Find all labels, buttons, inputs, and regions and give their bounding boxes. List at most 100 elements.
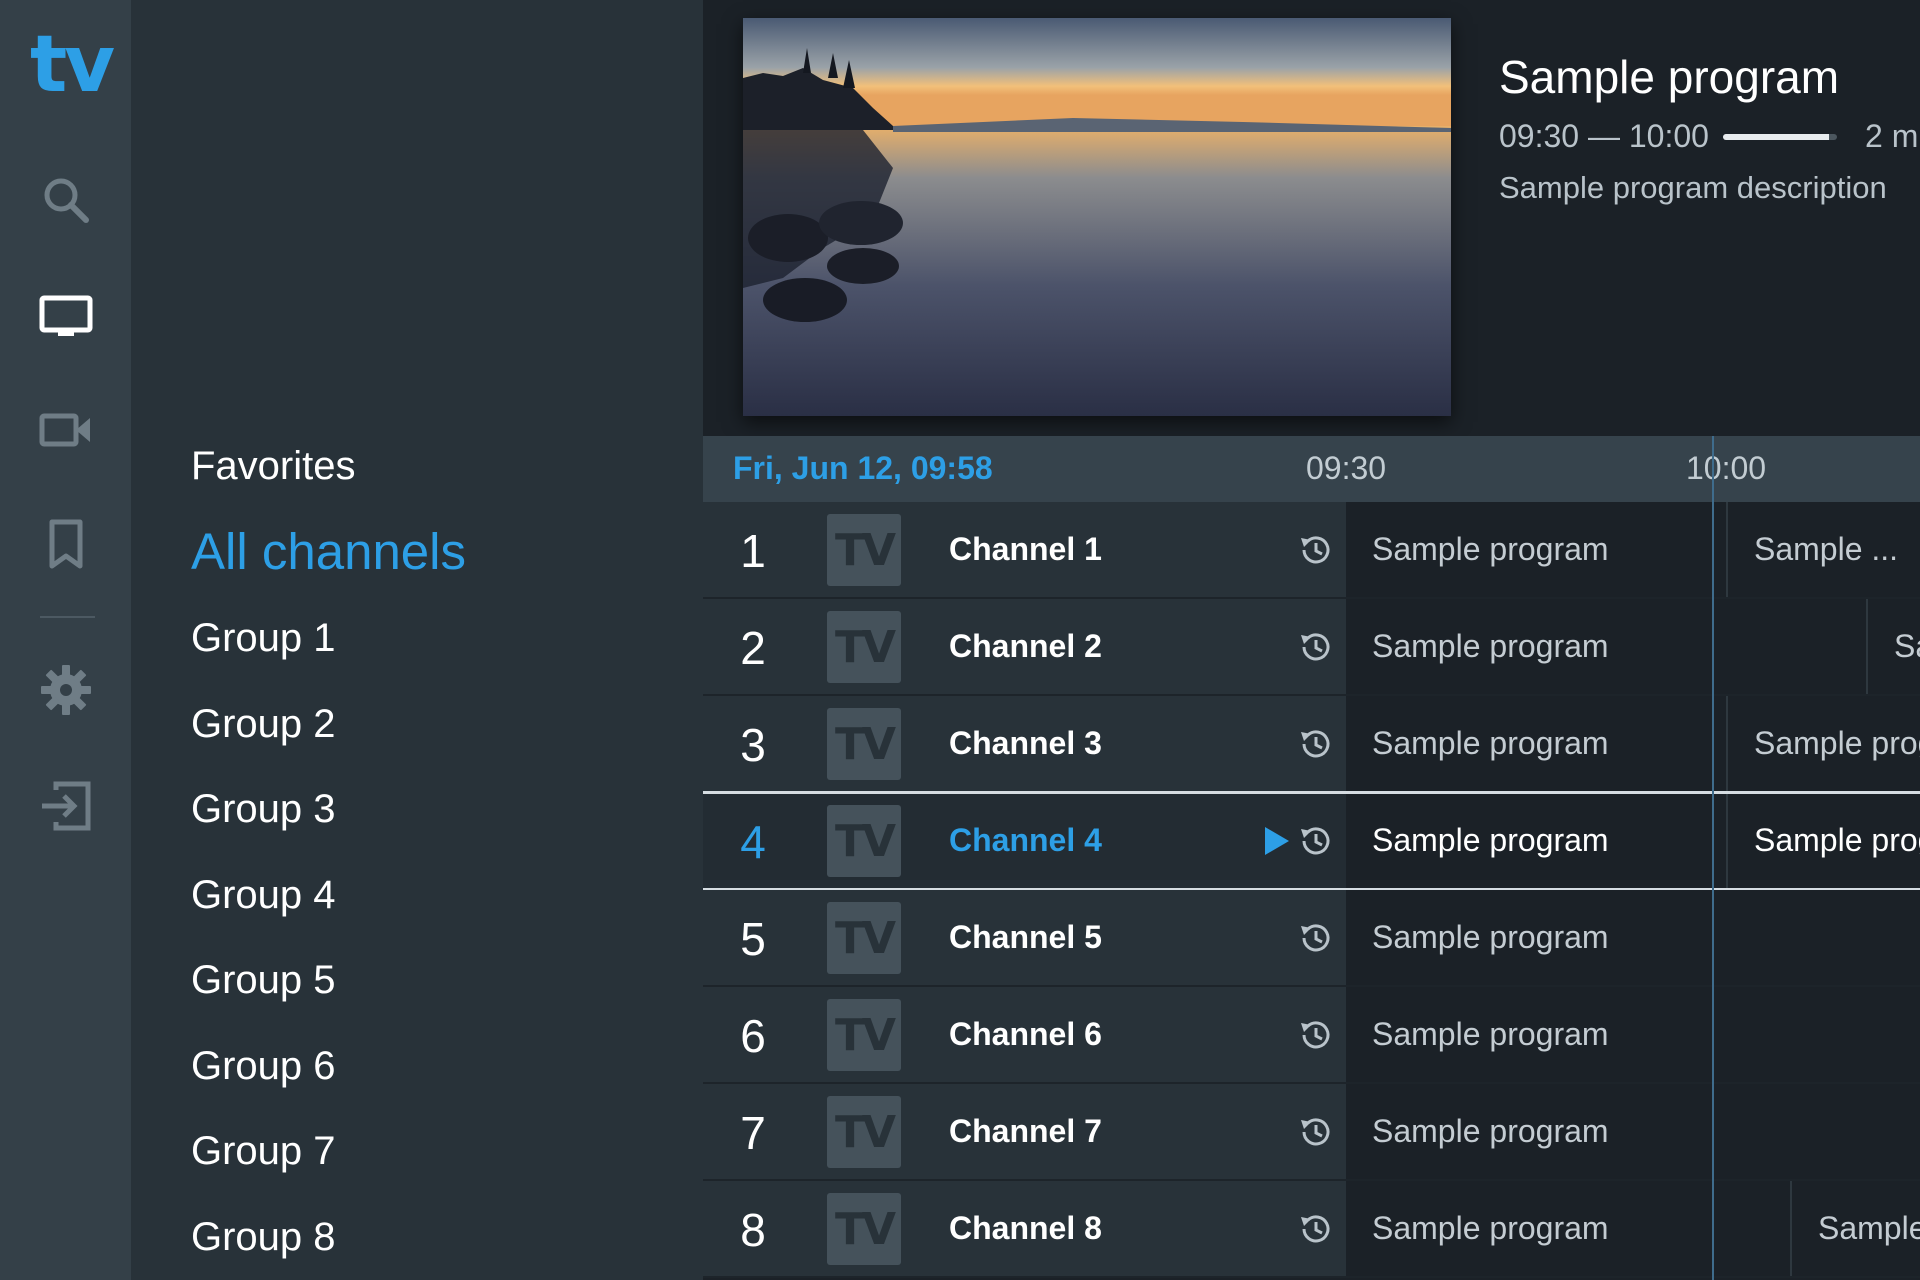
program-description: Sample program description (1499, 170, 1887, 205)
video-camera-icon[interactable] (36, 400, 96, 460)
history-icon[interactable] (1298, 1114, 1334, 1150)
channel-number: 3 (740, 719, 766, 771)
timeline-tick: 09:30 (1306, 450, 1387, 486)
program-timeline: Sample program Sample ... (1346, 502, 1920, 597)
row-divider (703, 1276, 1920, 1278)
tv-icon[interactable] (36, 286, 96, 346)
program-timeline: Sample programSa (1346, 599, 1920, 694)
bookmark-icon[interactable] (36, 514, 96, 574)
program-cell[interactable]: Sample program (1346, 793, 1726, 888)
group-5[interactable]: Group 5 (191, 956, 336, 1004)
program-title: Sample program (1499, 51, 1840, 103)
history-icon[interactable] (1298, 726, 1334, 762)
program-timeline: Sample program (1346, 1084, 1920, 1179)
channel-number: 2 (740, 622, 766, 674)
program-cell[interactable]: Sample (1790, 1181, 1920, 1276)
channel-name: Channel 6 (949, 1016, 1102, 1052)
channel-row[interactable]: 2 TV Channel 2 Sample programSa (703, 599, 1920, 696)
channel-name: Channel 1 (949, 531, 1102, 567)
group-4[interactable]: Group 4 (191, 871, 336, 919)
channel-logo-text: TV (834, 718, 896, 770)
channel-logo: TV (827, 611, 901, 683)
program-progress-fill (1723, 134, 1830, 140)
program-time-range: 09:30 — 10:00 (1499, 118, 1709, 154)
channel-logo: TV (827, 999, 901, 1071)
program-cell[interactable]: Sample program (1346, 1084, 1920, 1179)
channel-logo-text: TV (834, 621, 896, 673)
channel-name: Channel 7 (949, 1113, 1102, 1149)
channel-row[interactable]: 4 TV Channel 4 Sample program Sample prog (703, 791, 1920, 891)
history-icon[interactable] (1298, 629, 1334, 665)
timeline-header: Fri, Jun 12, 09:58 09:30 10:00 (703, 436, 1920, 502)
program-timeline: Sample program Sample (1346, 1181, 1920, 1276)
channel-row[interactable]: 3 TV Channel 3 Sample program Sample prog (703, 696, 1920, 793)
play-icon (1265, 827, 1289, 855)
channel-row[interactable]: 1 TV Channel 1 Sample program Sample ... (703, 502, 1920, 599)
channel-row[interactable]: 8 TV Channel 8 Sample program Sample (703, 1181, 1920, 1278)
history-icon[interactable] (1298, 920, 1334, 956)
program-timeline: Sample program (1346, 890, 1920, 985)
channel-logo: TV (827, 708, 901, 780)
program-timeline: Sample program (1346, 987, 1920, 1082)
program-remaining-time: 2 m (1865, 118, 1919, 154)
channel-logo-text: TV (834, 1009, 896, 1061)
group-6[interactable]: Group 6 (191, 1042, 336, 1090)
current-date-time: Fri, Jun 12, 09:58 (733, 450, 993, 486)
channel-logo-text: TV (834, 815, 896, 867)
group-favorites[interactable]: Favorites (191, 442, 356, 490)
program-cell[interactable]: Sample program (1346, 696, 1726, 791)
channel-name: Channel 4 (949, 822, 1102, 858)
channel-logo-text: TV (834, 912, 896, 964)
app-logo: tv (30, 20, 115, 110)
channel-logo-text: TV (834, 524, 896, 576)
logout-icon[interactable] (36, 776, 96, 836)
settings-icon[interactable] (36, 660, 96, 720)
history-icon[interactable] (1298, 823, 1334, 859)
program-cell[interactable]: Sample program (1346, 599, 1866, 694)
channel-logo-text: TV (834, 1203, 896, 1255)
channel-number: 7 (740, 1107, 766, 1159)
search-icon[interactable] (36, 170, 96, 230)
channel-logo: TV (827, 902, 901, 974)
groups-panel: Favorites All channels Group 1 Group 2 G… (131, 0, 703, 1280)
group-3[interactable]: Group 3 (191, 785, 336, 833)
history-icon[interactable] (1298, 532, 1334, 568)
program-cell[interactable]: Sample ... (1726, 502, 1920, 597)
program-cell[interactable]: Sample prog (1726, 696, 1920, 791)
channel-number: 1 (740, 525, 766, 577)
program-cell[interactable]: Sample program (1346, 890, 1920, 985)
history-icon[interactable] (1298, 1017, 1334, 1053)
program-cell[interactable]: Sample program (1346, 987, 1920, 1082)
channel-number: 8 (740, 1204, 766, 1256)
program-progress-bar (1723, 134, 1837, 140)
group-2[interactable]: Group 2 (191, 700, 336, 748)
program-cell[interactable]: Sample prog (1726, 793, 1920, 888)
group-8[interactable]: Group 8 (191, 1213, 336, 1261)
left-rail: tv (0, 0, 131, 1280)
channel-number: 4 (740, 816, 766, 868)
timeline-tick: 10:00 (1686, 450, 1767, 486)
channel-name: Channel 3 (949, 725, 1102, 761)
channel-row[interactable]: 7 TV Channel 7 Sample program (703, 1084, 1920, 1181)
channel-guide: 1 TV Channel 1 Sample program Sample ... 2 TV… (703, 502, 1920, 1280)
program-cell[interactable]: Sample program (1346, 1181, 1790, 1276)
channel-logo: TV (827, 1193, 901, 1265)
group-all-channels[interactable]: All channels (191, 522, 466, 582)
channel-row[interactable]: 6 TV Channel 6 Sample program (703, 987, 1920, 1084)
program-timeline: Sample program Sample prog (1346, 696, 1920, 791)
channel-logo: TV (827, 805, 901, 877)
channel-logo: TV (827, 514, 901, 586)
channel-row[interactable]: 5 TV Channel 5 Sample program (703, 890, 1920, 987)
channel-logo: TV (827, 1096, 901, 1168)
channel-logo-text: TV (834, 1106, 896, 1158)
channel-name: Channel 5 (949, 919, 1102, 955)
history-icon[interactable] (1298, 1211, 1334, 1247)
group-7[interactable]: Group 7 (191, 1127, 336, 1175)
channel-name: Channel 8 (949, 1210, 1102, 1246)
program-cell[interactable]: Sa (1866, 599, 1920, 694)
current-time-indicator (1712, 436, 1714, 1280)
group-1[interactable]: Group 1 (191, 614, 336, 662)
channel-name: Channel 2 (949, 628, 1102, 664)
program-cell[interactable]: Sample program (1346, 502, 1726, 597)
video-preview-thumbnail[interactable] (743, 18, 1451, 416)
